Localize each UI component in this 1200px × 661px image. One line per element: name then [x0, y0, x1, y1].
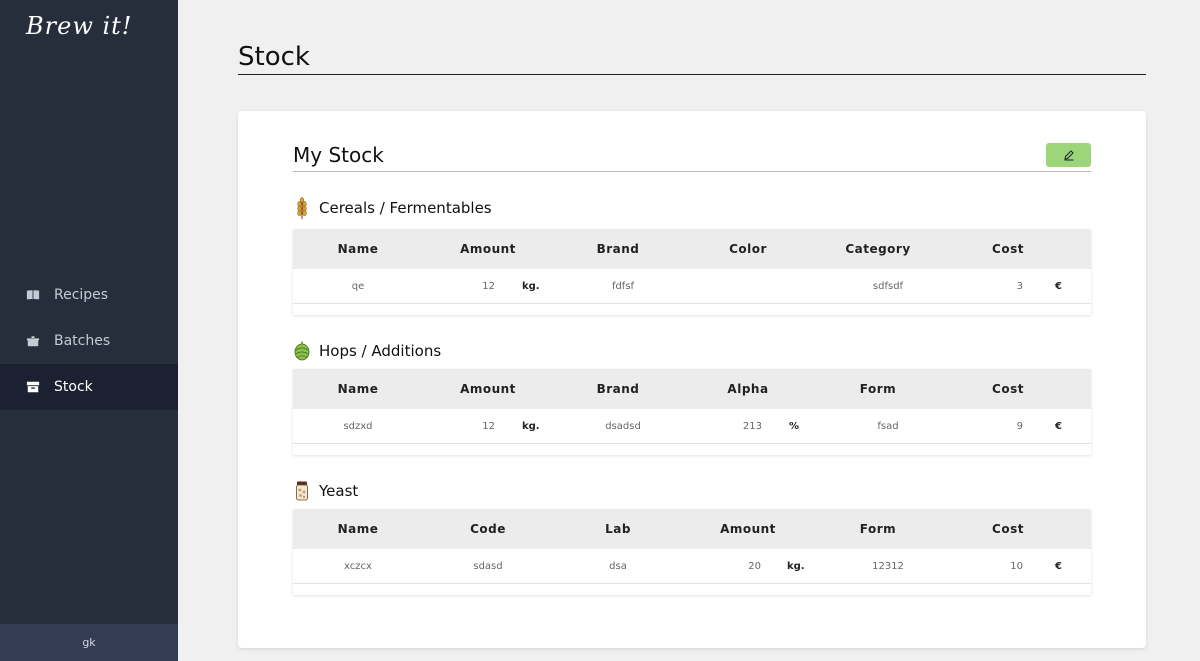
sidebar: Brew it! Recipes Batches Stock gk [0, 0, 178, 661]
cell-form: 12312 [872, 560, 904, 572]
section-title: Cereals / Fermentables [319, 199, 492, 217]
cell-name: qe [351, 280, 365, 292]
cell-amount: 20 [748, 560, 761, 572]
cell-cost: 10 [1010, 560, 1023, 572]
table-row[interactable]: xczcx sdasd dsa 20 kg. 12312 10 € [293, 549, 1091, 584]
card-title: My Stock [293, 143, 384, 167]
section-title: Yeast [319, 482, 359, 500]
table-row[interactable]: sdzxd 12 kg. dsadsd 213 % fsad 9 € [293, 409, 1091, 444]
sidebar-item-label: Recipes [54, 287, 109, 303]
column-header[interactable]: Alpha [683, 369, 813, 409]
yeast-table: Name Code Lab Amount Form Cost xczcx sda… [293, 509, 1091, 595]
table-row[interactable]: qe 12 kg. fdfsf sdfsdf 3 € [293, 269, 1091, 304]
column-header[interactable]: Name [293, 229, 423, 269]
column-header[interactable]: Amount [423, 229, 553, 269]
column-header[interactable]: Lab [553, 509, 683, 549]
cell-amount-unit: kg. [522, 420, 540, 432]
card-divider [293, 171, 1091, 172]
cell-cost: 9 [1016, 420, 1023, 432]
user-name[interactable]: gk [0, 624, 178, 661]
cell-code: sdasd [473, 560, 503, 572]
column-header[interactable]: Cost [943, 509, 1073, 549]
column-header[interactable]: Form [813, 369, 943, 409]
cell-cost-unit: € [1055, 420, 1062, 432]
cell-alpha: 213 [742, 420, 762, 432]
stock-card: My Stock Cereals / Fermentables Name Amo… [238, 111, 1146, 648]
column-header[interactable]: Amount [683, 509, 813, 549]
cell-name: sdzxd [343, 420, 373, 432]
cereals-table: Name Amount Brand Color Category Cost qe… [293, 229, 1091, 315]
sidebar-item-batches[interactable]: Batches [0, 318, 178, 364]
edit-button[interactable] [1046, 143, 1091, 167]
page-title: Stock [238, 42, 310, 72]
column-header[interactable]: Amount [423, 369, 553, 409]
cell-cost-unit: € [1055, 280, 1062, 292]
table-header: Name Amount Brand Alpha Form Cost [293, 369, 1091, 409]
column-header[interactable]: Category [813, 229, 943, 269]
cell-amount: 12 [482, 420, 495, 432]
cell-form: fsad [877, 420, 899, 432]
cell-cost: 3 [1016, 280, 1023, 292]
column-header[interactable]: Cost [943, 369, 1073, 409]
column-header[interactable]: Form [813, 509, 943, 549]
cell-amount-unit: kg. [787, 560, 805, 572]
cell-cost-unit: € [1055, 560, 1062, 572]
column-header[interactable]: Color [683, 229, 813, 269]
column-header[interactable]: Brand [553, 229, 683, 269]
cell-category: sdfsdf [872, 280, 904, 292]
pencil-icon [1063, 150, 1074, 161]
table-header: Name Amount Brand Color Category Cost [293, 229, 1091, 269]
cell-lab: dsa [609, 560, 627, 572]
cell-brand: dsadsd [605, 420, 641, 432]
hop-icon [293, 340, 311, 362]
sidebar-item-recipes[interactable]: Recipes [0, 272, 178, 318]
column-header[interactable]: Code [423, 509, 553, 549]
sidebar-item-label: Stock [54, 379, 93, 395]
column-header[interactable]: Cost [943, 229, 1073, 269]
archive-icon [26, 380, 40, 394]
cell-brand: fdfsf [611, 280, 635, 292]
section-header-hops: Hops / Additions [293, 340, 441, 362]
book-icon [26, 288, 40, 302]
sidebar-item-label: Batches [54, 333, 111, 349]
cell-name: xczcx [344, 560, 372, 572]
cell-color [683, 269, 813, 303]
sidebar-item-stock[interactable]: Stock [0, 364, 178, 410]
section-title: Hops / Additions [319, 342, 442, 360]
table-header: Name Code Lab Amount Form Cost [293, 509, 1091, 549]
section-header-yeast: Yeast [293, 480, 358, 502]
hops-table: Name Amount Brand Alpha Form Cost sdzxd … [293, 369, 1091, 455]
sidebar-nav: Recipes Batches Stock [0, 272, 178, 410]
cell-amount: 12 [482, 280, 495, 292]
cell-amount-unit: kg. [522, 280, 540, 292]
section-header-cereals: Cereals / Fermentables [293, 197, 492, 219]
column-header[interactable]: Brand [553, 369, 683, 409]
column-header[interactable]: Name [293, 509, 423, 549]
yeast-jar-icon [293, 480, 311, 502]
app-logo[interactable]: Brew it! [26, 12, 132, 40]
column-header[interactable]: Name [293, 369, 423, 409]
cell-alpha-unit: % [789, 420, 800, 432]
wheat-icon [293, 197, 311, 219]
title-divider [238, 74, 1146, 75]
pot-icon [26, 334, 40, 348]
